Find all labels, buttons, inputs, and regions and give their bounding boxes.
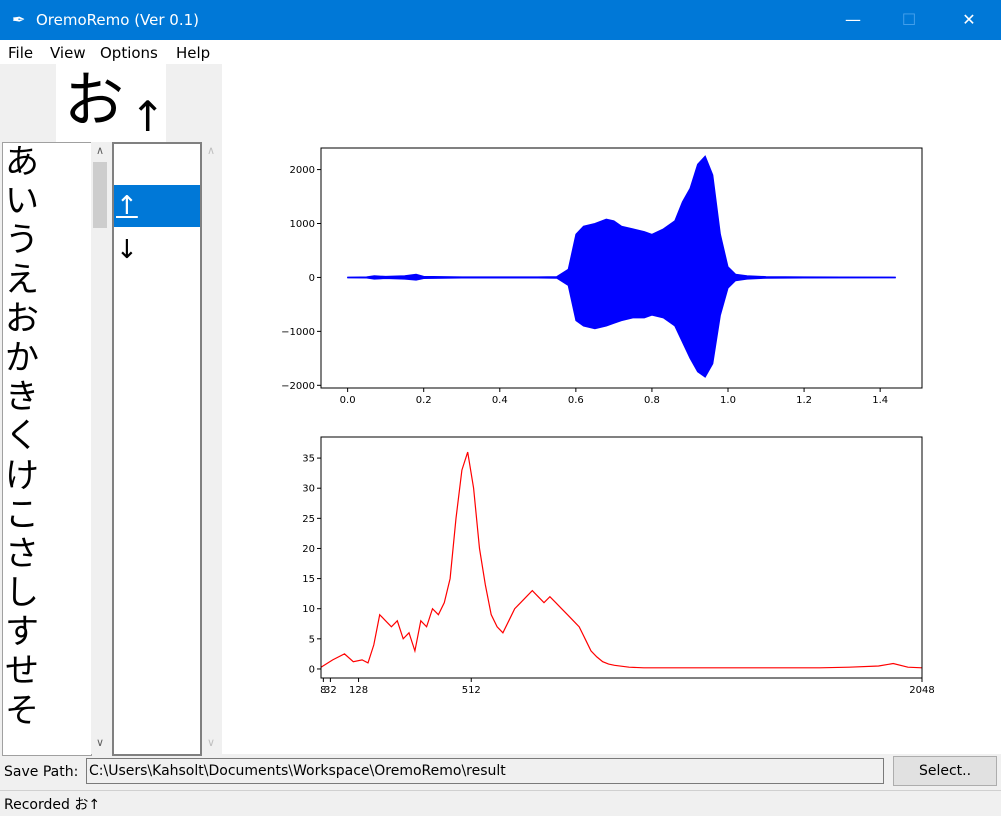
kana-item[interactable]: え <box>3 260 91 300</box>
waveform-series <box>347 155 896 378</box>
spectrum-series <box>320 451 923 669</box>
kana-item[interactable]: く <box>3 417 91 456</box>
direction-item-down[interactable]: ↓ <box>114 229 200 271</box>
y-tick-label: −1000 <box>281 327 315 338</box>
plots-svg: 0.0 0.2 0.4 0.6 0.8 1.0 1.2 1.4 −2000 −1000 0 1000 2… <box>281 147 935 696</box>
y-tick-label: 35 <box>302 454 315 465</box>
menu-options[interactable]: Options <box>100 44 158 62</box>
scroll-down-arrow-icon[interactable]: ∨ <box>91 736 109 749</box>
x-tick-label: 1.2 <box>796 395 812 406</box>
kana-item[interactable]: け <box>3 456 91 496</box>
x-tick-label: 32 <box>324 685 337 696</box>
y-tick-label: 30 <box>302 484 315 495</box>
x-tick-label: 0.2 <box>416 395 432 406</box>
direction-listbox[interactable]: ↑ ↓ <box>112 142 202 756</box>
select-button[interactable]: Select.. <box>893 756 997 786</box>
scroll-thumb[interactable] <box>93 162 107 228</box>
x-tick-label: 512 <box>462 685 481 696</box>
kana-item[interactable]: さ <box>3 534 91 574</box>
kana-item[interactable]: こ <box>3 495 91 535</box>
status-bar: Recorded お↑ <box>0 790 1001 816</box>
kana-scrollbar[interactable]: ∧ ∨ <box>91 142 109 754</box>
scroll-up-arrow-icon[interactable]: ∧ <box>91 144 109 157</box>
maximize-button[interactable]: ☐ <box>886 0 932 40</box>
x-tick-label: 128 <box>349 685 368 696</box>
kana-item[interactable]: せ <box>3 652 91 691</box>
title-bar: ✒ OremoRemo (Ver 0.1) — ☐ ✕ <box>0 0 1001 40</box>
minimize-button[interactable]: — <box>830 0 876 40</box>
y-tick-label: −2000 <box>281 381 315 392</box>
kana-listbox[interactable]: あ い う え お か き く け こ さ し す せ そ <box>2 142 92 756</box>
kana-item[interactable]: か <box>3 338 91 378</box>
scroll-up-arrow-icon[interactable]: ∧ <box>202 144 220 157</box>
y-tick-label: 0 <box>309 664 315 675</box>
y-tick-label: 5 <box>309 634 315 645</box>
menu-file[interactable]: File <box>8 44 33 62</box>
axes-frame <box>320 436 923 679</box>
menu-bar: File View Options Help <box>0 40 1001 64</box>
x-tick-label: 0.6 <box>568 395 584 406</box>
direction-scrollbar[interactable]: ∧ ∨ <box>202 142 220 754</box>
kana-item[interactable]: し <box>3 573 91 613</box>
menu-help[interactable]: Help <box>176 44 210 62</box>
kana-item[interactable]: き <box>3 378 91 417</box>
y-tick-label: 25 <box>302 514 315 525</box>
chart-2: 832 128 512 204805101520253035 <box>302 436 935 696</box>
x-tick-label: 1.0 <box>720 395 736 406</box>
x-tick-label: 2048 <box>909 685 934 696</box>
close-button[interactable]: ✕ <box>946 0 992 40</box>
plot-area: 0.0 0.2 0.4 0.6 0.8 1.0 1.2 1.4 −2000 −1000 0 1000 2… <box>222 64 1001 754</box>
x-tick-label: 0.4 <box>492 395 508 406</box>
x-tick-label: 1.4 <box>872 395 888 406</box>
kana-item[interactable]: う <box>3 221 91 260</box>
direction-item-up[interactable]: ↑ <box>114 185 200 227</box>
y-tick-label: 1000 <box>290 219 315 230</box>
y-tick-label: 15 <box>302 574 315 585</box>
y-tick-label: 20 <box>302 544 315 555</box>
window-title: OremoRemo (Ver 0.1) <box>36 11 200 29</box>
save-path-input[interactable] <box>86 758 884 784</box>
y-tick-label: 0 <box>309 273 315 284</box>
kana-item[interactable]: そ <box>3 691 91 731</box>
kana-item[interactable]: す <box>3 613 91 652</box>
chart-1: 0.0 0.2 0.4 0.6 0.8 1.0 1.2 1.4 −2000 −1000 0 1000 2… <box>281 147 923 406</box>
feather-icon: ✒ <box>12 10 26 29</box>
kana-item[interactable]: い <box>3 182 91 221</box>
status-text: Recorded お↑ <box>4 797 101 813</box>
y-tick-label: 10 <box>302 604 315 615</box>
y-tick-label: 2000 <box>290 165 315 176</box>
x-tick-label: 0.8 <box>644 395 660 406</box>
save-path-label: Save Path: <box>4 764 79 780</box>
save-path-bar: Save Path: Select.. <box>0 756 1001 790</box>
current-kana: お <box>64 66 124 136</box>
kana-item[interactable]: あ <box>3 143 91 182</box>
current-selection: お ↑ <box>56 64 166 142</box>
kana-item[interactable]: お <box>3 299 91 339</box>
scroll-down-arrow-icon[interactable]: ∨ <box>202 736 220 749</box>
menu-view[interactable]: View <box>50 44 86 62</box>
x-tick-label: 0.0 <box>340 395 356 406</box>
